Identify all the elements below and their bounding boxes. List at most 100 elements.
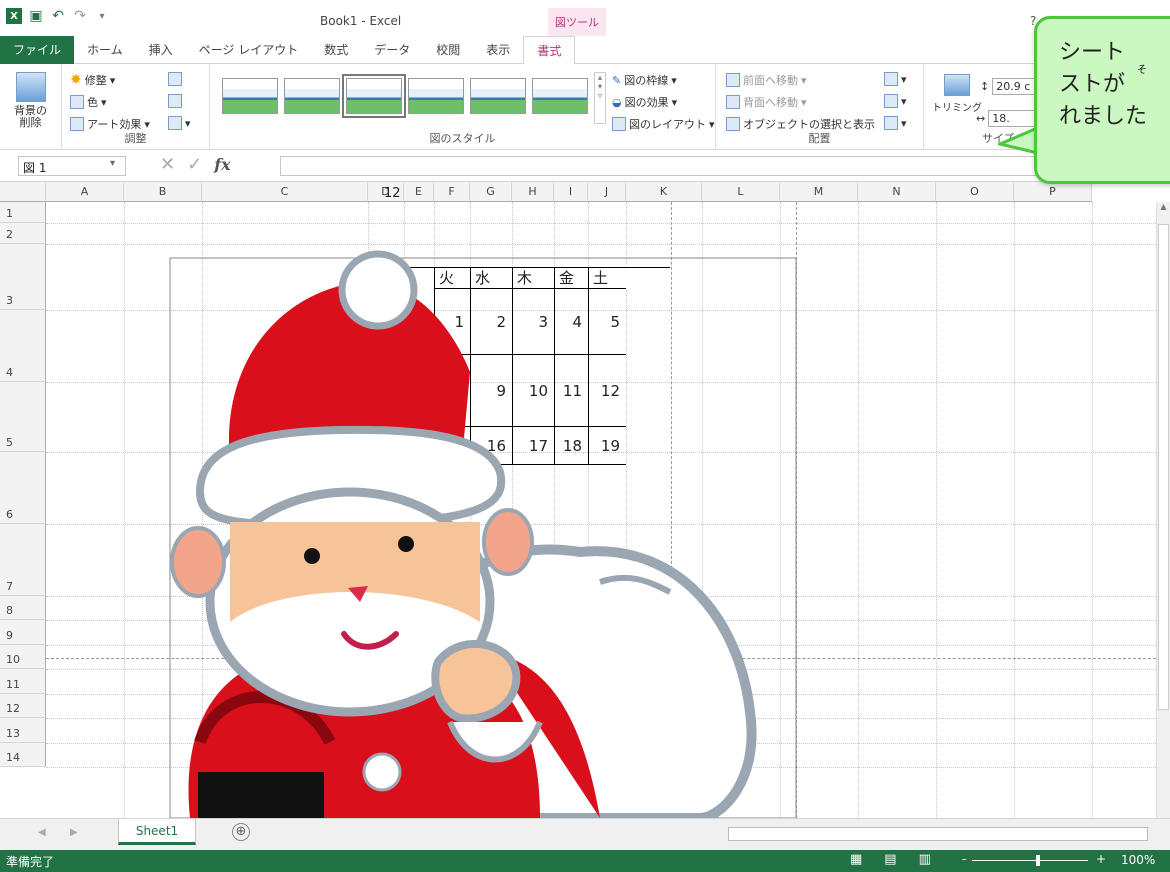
align-button[interactable]: ▾ [884, 72, 907, 86]
zoom-slider[interactable] [972, 860, 1088, 861]
remove-bg-group: 背景の 削除 [0, 64, 62, 150]
column-header-P[interactable]: P [1014, 182, 1092, 202]
status-bar: 準備完了 ▦ ▤ ▥ - + 100% [0, 850, 1170, 872]
row-header-6[interactable]: 6 [0, 452, 46, 524]
zoom-slider-knob[interactable] [1036, 855, 1040, 866]
tab-2[interactable]: 挿入 [136, 36, 186, 64]
column-header-M[interactable]: M [780, 182, 858, 202]
callout-bubble: シート そ ストが れました [1034, 16, 1170, 184]
picture-style-2[interactable] [284, 78, 340, 114]
picture-style-1[interactable] [222, 78, 278, 114]
row-header-9[interactable]: 9 [0, 620, 46, 645]
row-header-10[interactable]: 10 [0, 645, 46, 669]
zoom-in-icon[interactable]: + [1096, 852, 1106, 866]
row-header-3[interactable]: 3 [0, 244, 46, 310]
picture-tools-context-label: 図ツール [548, 8, 606, 36]
crop-button[interactable]: トリミング [932, 74, 982, 114]
picture-style-3[interactable] [342, 74, 406, 118]
quick-access-toolbar: X ▣ ↶ ↷ ▾ [6, 8, 110, 24]
column-header-O[interactable]: O [936, 182, 1014, 202]
tab-0[interactable]: ファイル [0, 36, 75, 64]
sheet-tab-bar: ◀ ▶ Sheet1 ⊕ [0, 818, 1170, 850]
picture-styles-group-label: 図のスタイル [429, 132, 496, 145]
column-header-J[interactable]: J [588, 182, 626, 202]
row-header-5[interactable]: 5 [0, 382, 46, 452]
callout-line-2: ストが [1059, 72, 1126, 97]
arrange-group: 前面へ移動 ▾ 背面へ移動 ▾ オブジェクトの選択と表示 ▾ ▾ ▾ 配置 [716, 64, 924, 150]
styles-gallery-scroll[interactable]: ▴ ▾ ▿ [594, 72, 606, 124]
tab-4[interactable]: 数式 [311, 36, 361, 64]
formula-buttons: ✕ ✓ fx [160, 154, 231, 175]
view-buttons: ▦ ▤ ▥ [850, 852, 931, 867]
sheet-nav-prev-icon[interactable]: ◀ [38, 827, 46, 838]
column-header-F[interactable]: F [434, 182, 470, 202]
customize-qat-icon[interactable]: ▾ [94, 8, 110, 24]
tab-3[interactable]: ページ レイアウト [186, 36, 312, 64]
bring-forward-button[interactable]: 前面へ移動 ▾ [726, 72, 807, 88]
zoom-out-icon[interactable]: - [962, 852, 966, 866]
rotate-button[interactable]: ▾ [884, 116, 907, 130]
column-header-K[interactable]: K [626, 182, 702, 202]
column-header-C[interactable]: C [202, 182, 368, 202]
column-header-L[interactable]: L [702, 182, 780, 202]
picture-border-button[interactable]: ✎ 図の枠線 ▾ [612, 72, 677, 88]
scroll-up-icon[interactable]: ▲ [1157, 202, 1170, 211]
page-layout-view-icon[interactable]: ▤ [884, 852, 896, 867]
tab-5[interactable]: データ [361, 36, 423, 64]
row-header-2[interactable]: 2 [0, 223, 46, 244]
remove-background-button[interactable]: 背景の 削除 [14, 72, 47, 129]
picture-effects-button[interactable]: ◒ 図の効果 ▾ [612, 94, 677, 110]
zoom-level[interactable]: 100% [1121, 853, 1155, 867]
sheet-tab-sheet1[interactable]: Sheet1 [118, 819, 196, 845]
tab-8[interactable]: 書式 [523, 36, 576, 65]
send-backward-button[interactable]: 背面へ移動 ▾ [726, 94, 807, 110]
column-header-I[interactable]: I [554, 182, 588, 202]
row-header-8[interactable]: 8 [0, 596, 46, 620]
column-header-G[interactable]: G [470, 182, 512, 202]
page-break-view-icon[interactable]: ▥ [919, 852, 931, 867]
row-header-1[interactable]: 1 [0, 202, 46, 223]
enter-icon[interactable]: ✓ [187, 154, 202, 175]
tab-7[interactable]: 表示 [473, 36, 523, 64]
save-icon[interactable]: ▣ [28, 8, 44, 24]
group-button[interactable]: ▾ [884, 94, 907, 108]
picture-style-5[interactable] [470, 78, 526, 114]
select-all-corner[interactable] [0, 182, 46, 202]
sheet-nav-next-icon[interactable]: ▶ [70, 827, 78, 838]
column-header-H[interactable]: H [512, 182, 554, 202]
add-sheet-icon[interactable]: ⊕ [232, 823, 250, 841]
row-header-12[interactable]: 12 [0, 694, 46, 718]
picture-border-icon: ✎ [612, 73, 622, 87]
undo-icon[interactable]: ↶ [50, 8, 66, 24]
name-box-dropdown-icon[interactable]: ▾ [110, 158, 115, 169]
worksheet-grid[interactable]: ABCDEFGHIJKLMNOP 1 2 3 4 5 6 7 8 9 10 11 12 13 14 12 … [0, 182, 1170, 818]
gridline-vertical [936, 202, 937, 818]
calendar-month: 12 [384, 186, 401, 201]
corrections-button[interactable]: ✸ 修整 ▾ [70, 72, 115, 88]
tab-1[interactable]: ホーム [74, 36, 136, 64]
row-header-11[interactable]: 11 [0, 669, 46, 694]
vertical-scrollbar[interactable]: ▲ [1156, 202, 1170, 818]
row-header-4[interactable]: 4 [0, 310, 46, 382]
tab-6[interactable]: 校閲 [423, 36, 473, 64]
column-header-N[interactable]: N [858, 182, 936, 202]
reset-picture-button[interactable]: ▾ [168, 116, 191, 130]
column-header-E[interactable]: E [404, 182, 434, 202]
change-picture-button[interactable] [168, 94, 182, 108]
row-header-7[interactable]: 7 [0, 524, 46, 596]
santa-picture[interactable] [160, 242, 800, 818]
horizontal-scrollbar[interactable] [728, 827, 1148, 841]
normal-view-icon[interactable]: ▦ [850, 852, 862, 867]
column-header-B[interactable]: B [124, 182, 202, 202]
picture-style-4[interactable] [408, 78, 464, 114]
column-header-A[interactable]: A [46, 182, 124, 202]
row-header-14[interactable]: 14 [0, 743, 46, 767]
row-header-13[interactable]: 13 [0, 718, 46, 743]
scroll-thumb[interactable] [1158, 224, 1169, 710]
insert-function-icon[interactable]: fx [214, 155, 230, 174]
color-button[interactable]: 色 ▾ [70, 94, 107, 110]
picture-style-6[interactable] [532, 78, 588, 114]
compress-pictures-button[interactable] [168, 72, 182, 86]
cancel-icon[interactable]: ✕ [160, 154, 175, 175]
redo-icon[interactable]: ↷ [72, 8, 88, 24]
